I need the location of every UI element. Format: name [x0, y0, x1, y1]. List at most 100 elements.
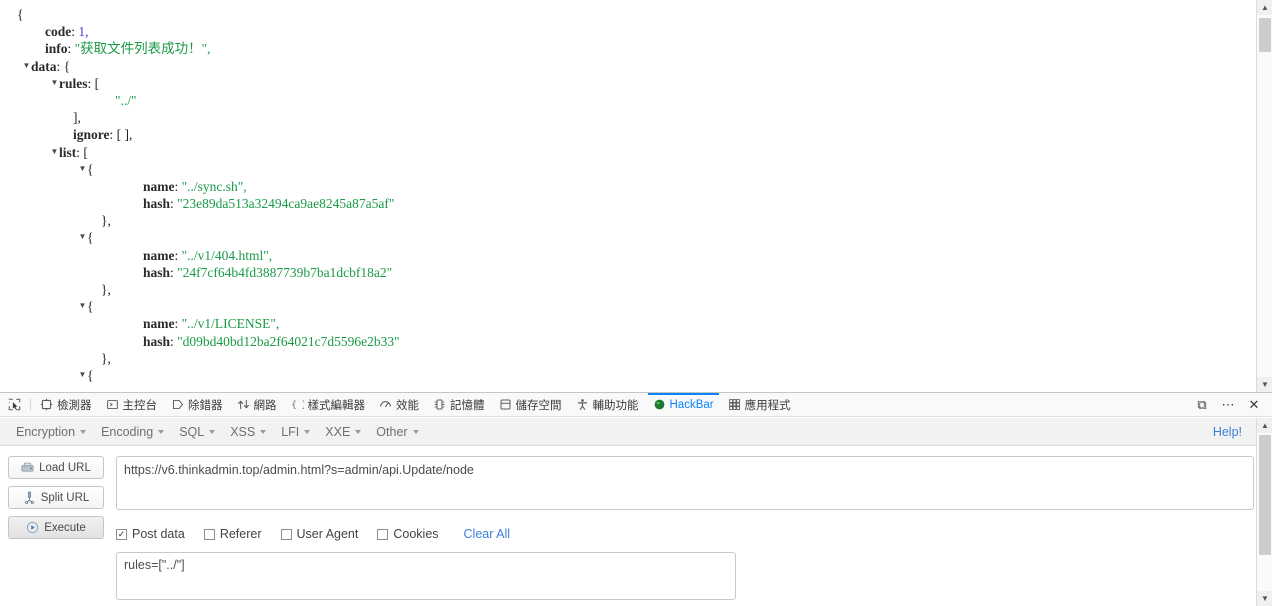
post-data-input[interactable] [116, 552, 736, 600]
split-url-button[interactable]: Split URL [8, 486, 104, 509]
load-url-button[interactable]: Load URL [8, 456, 104, 479]
devtools-tab-debugger[interactable]: 除錯器 [164, 393, 230, 416]
devtools-tab-label: 檢測器 [57, 399, 92, 412]
hackbar-menu-encryption[interactable]: Encryption [10, 422, 95, 442]
devtools-tab-style-editor[interactable]: { }樣式編輯器 [284, 393, 373, 416]
json-viewer-scrollbar[interactable]: ▲ ▼ [1256, 0, 1272, 392]
checkbox-label: Post data [132, 527, 185, 541]
checkbox-box[interactable] [377, 528, 389, 540]
json-property-value: }, [101, 213, 111, 229]
hackbar-help-link[interactable]: Help! [1213, 425, 1246, 439]
json-property-value: { [87, 161, 94, 177]
hackbar-menu-label: XXE [325, 424, 351, 439]
devtools-tab-storage[interactable]: 儲存空間 [492, 393, 569, 416]
hackbar-panel: Encryption Encoding SQL XSS LFI XXE Other Help… [0, 418, 1272, 606]
memory-icon [433, 398, 446, 411]
json-line: ▼}, [0, 350, 1256, 367]
expand-collapse-twisty-icon[interactable]: ▼ [50, 143, 59, 160]
json-line: ▼name: "../v1/LICENSE", [0, 315, 1256, 332]
json-property-value: { [87, 299, 94, 315]
checkbox-box[interactable] [203, 528, 215, 540]
json-line: ▼name: "../sync.sh", [0, 178, 1256, 195]
devtools-tab-label: 除錯器 [188, 399, 223, 412]
json-property-key: ignore [73, 127, 110, 143]
load-url-icon [21, 461, 34, 474]
scroll-up-arrow[interactable]: ▲ [1257, 0, 1272, 15]
storage-icon [499, 398, 512, 411]
devtools-meatball-menu-button[interactable]: ⋯ [1216, 393, 1240, 417]
element-picker-icon[interactable] [0, 393, 28, 416]
devtools-tab-console[interactable]: 主控台 [99, 393, 165, 416]
json-property-value: "../" [115, 92, 137, 108]
devtools-tab-label: 主控台 [122, 399, 158, 412]
json-property-key: name [143, 247, 175, 263]
hackbar-scrollbar[interactable]: ▲ ▼ [1256, 418, 1272, 606]
chevron-down-icon [260, 429, 267, 434]
hackbar-menu-other[interactable]: Other [370, 422, 427, 442]
checkbox-label: Referer [219, 527, 262, 541]
checkbox-post-data[interactable]: ✓ Post data [116, 527, 185, 541]
expand-collapse-twisty-icon[interactable]: ▼ [50, 74, 59, 91]
devtools-tab-label: 儲存空間 [515, 399, 562, 412]
devtools-tab-inspector[interactable]: 檢測器 [33, 393, 99, 416]
devtools-tab-memory[interactable]: 記憶體 [426, 393, 492, 416]
json-line: ▼], [0, 109, 1256, 126]
checkbox-box[interactable]: ✓ [116, 528, 127, 540]
scroll-down-arrow[interactable]: ▼ [1257, 377, 1272, 392]
json-property-key: hash [143, 264, 171, 280]
hackbar-menu-list: Encryption Encoding SQL XSS LFI XXE Other [10, 422, 428, 442]
json-line: ▼{ [0, 161, 1256, 178]
json-response-viewer: ▼{▼code: 1,▼info: "获取文件列表成功！",▼data: {▼r… [0, 0, 1272, 392]
json-property-key: hash [143, 333, 171, 349]
json-property-key: data [31, 58, 57, 74]
hackbar-menu-label: SQL [179, 424, 205, 439]
json-property-key: rules [59, 75, 88, 91]
expand-collapse-twisty-icon[interactable]: ▼ [78, 160, 87, 177]
json-property-key: name [143, 316, 175, 332]
clear-all-link[interactable]: Clear All [464, 527, 511, 541]
checkbox-cookies[interactable]: Cookies [377, 527, 439, 541]
json-line: ▼data: { [0, 58, 1256, 75]
hackbar-scrollbar-thumb[interactable] [1259, 435, 1271, 555]
hackbar-menu-lfi[interactable]: LFI [275, 422, 319, 442]
devtools-tab-hackbar[interactable]: HackBar [646, 393, 721, 416]
json-line: ▼ignore: [ ], [0, 126, 1256, 143]
devtools-tab-performance[interactable]: 效能 [372, 393, 426, 416]
devtools-tab-application[interactable]: 應用程式 [721, 393, 798, 416]
checkbox-referer[interactable]: Referer [203, 527, 262, 541]
hackbar-menu-xxe[interactable]: XXE [319, 422, 370, 442]
execute-button[interactable]: Execute [8, 516, 104, 539]
json-separator: : [109, 127, 117, 143]
scrollbar-thumb[interactable] [1259, 18, 1271, 52]
checkbox-box[interactable] [280, 528, 292, 540]
devtools-tab-accessibility[interactable]: 輔助功能 [569, 393, 646, 416]
devtools-tab-label: 輔助功能 [592, 399, 639, 412]
json-property-value: "../sync.sh", [181, 178, 247, 194]
devtools-tab-list: 檢測器 主控台 除錯器 網路 { }樣式編輯器 效能 記憶體 儲存空間 輔助功能 HackBar 應… [33, 393, 1190, 416]
chevron-down-icon [80, 429, 87, 434]
scrollbar-track[interactable] [1257, 15, 1272, 377]
devtools-tab-label: 效能 [396, 399, 419, 412]
hackbar-scroll-down-arrow[interactable]: ▼ [1257, 591, 1272, 606]
json-line: ▼name: "../v1/404.html", [0, 247, 1256, 264]
expand-collapse-twisty-icon[interactable]: ▼ [22, 57, 31, 74]
checkbox-user-agent[interactable]: User Agent [280, 527, 358, 541]
expand-collapse-twisty-icon[interactable]: ▼ [78, 366, 87, 383]
hackbar-menu-encoding[interactable]: Encoding [95, 422, 173, 442]
expand-collapse-twisty-icon[interactable]: ▼ [78, 297, 87, 314]
hackbar-menu-sql[interactable]: SQL [173, 422, 224, 442]
json-property-value: [ [94, 75, 100, 91]
devtools-tab-network[interactable]: 網路 [230, 393, 284, 416]
json-property-value: "d09bd40bd12ba2f64021c7d5596e2b33" [177, 333, 400, 349]
hackbar-menu-xss[interactable]: XSS [224, 422, 275, 442]
dock-to-side-button[interactable]: ⧉ [1190, 393, 1214, 417]
close-devtools-button[interactable]: ✕ [1242, 393, 1266, 417]
expand-collapse-twisty-icon[interactable]: ▼ [78, 228, 87, 245]
json-property-value: [ [83, 144, 88, 160]
json-line: ▼hash: "24f7cf64b4fd3887739b7ba1dcbf18a2… [0, 264, 1256, 281]
chevron-down-icon [355, 429, 362, 434]
hackbar-scroll-up-arrow[interactable]: ▲ [1257, 418, 1272, 433]
devtools-toolbar-controls: ⧉ ⋯ ✕ [1190, 393, 1272, 416]
accessibility-icon [576, 398, 589, 411]
url-input[interactable] [116, 456, 1254, 510]
